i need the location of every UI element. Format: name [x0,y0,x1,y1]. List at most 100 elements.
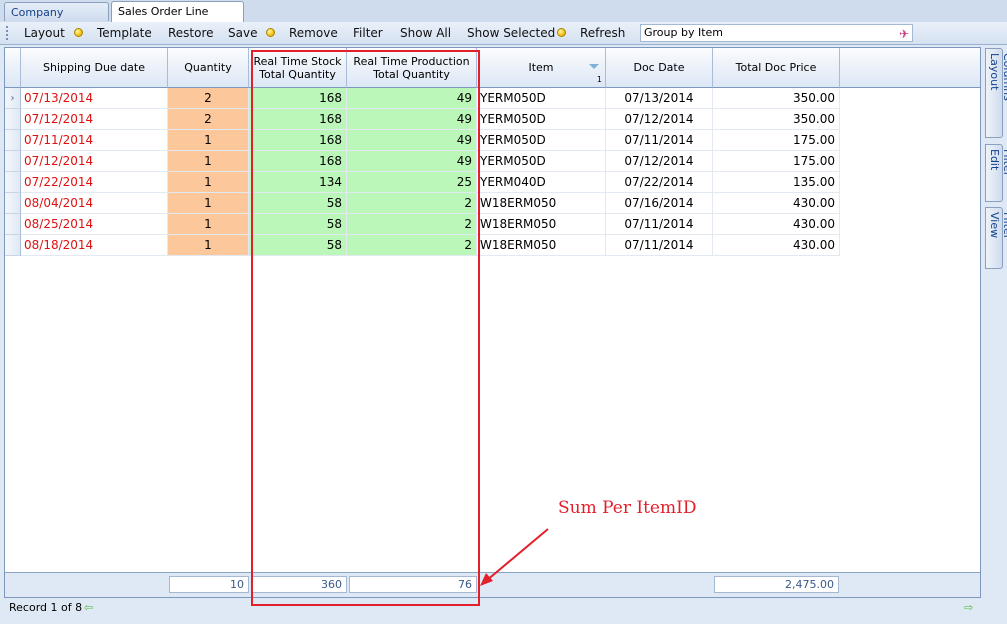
cell-total-doc-price[interactable]: 175.00 [713,130,840,151]
cell-quantity[interactable]: 2 [168,88,249,109]
row-indicator[interactable] [5,235,21,256]
restore-button[interactable]: Restore [168,22,214,44]
remove-button[interactable]: Remove [289,22,338,44]
table-row[interactable]: 07/12/2014 2 168 49 YERM050D 07/12/2014 350.00 [5,109,980,130]
cell-total-doc-price[interactable]: 135.00 [713,172,840,193]
cell-item[interactable]: YERM040D [477,172,606,193]
cell-quantity[interactable]: 1 [168,151,249,172]
header-shipping-due-date[interactable]: Shipping Due date [21,48,168,88]
row-indicator[interactable] [5,172,21,193]
table-row[interactable]: 08/25/2014 1 58 2 W18ERM050 07/11/2014 430.00 [5,214,980,235]
navigate-right-icon[interactable]: ⇨ [964,599,973,617]
refresh-button[interactable]: Refresh [580,22,625,44]
cell-item[interactable]: W18ERM050 [477,235,606,256]
cell-doc-date[interactable]: 07/12/2014 [606,109,713,130]
sort-descending-icon [589,64,599,69]
sort-index: 1 [596,75,602,84]
cell-doc-date[interactable]: 07/13/2014 [606,88,713,109]
row-indicator[interactable] [5,214,21,235]
pin-icon[interactable]: ✈ [899,26,909,42]
cell-item[interactable]: W18ERM050 [477,214,606,235]
status-bar: Record 1 of 8 ⇦ ⇨ [4,599,981,619]
side-tab-label: Columns Layout [988,53,1007,101]
document-tab-strip: Company View✕ Sales Order Line List✕ [0,0,1007,38]
template-icon[interactable] [74,28,83,37]
header-item[interactable]: Item 1 [477,48,606,88]
cell-doc-date[interactable]: 07/11/2014 [606,130,713,151]
show-selected-button[interactable]: Show Selected [467,22,555,44]
row-indicator[interactable] [5,109,21,130]
table-row[interactable]: 08/04/2014 1 58 2 W18ERM050 07/16/2014 430.00 [5,193,980,214]
side-tab-label: Filter View [988,212,1007,240]
table-row[interactable]: 07/22/2014 1 134 25 YERM040D 07/22/2014 135.00 [5,172,980,193]
cell-shipping-due-date[interactable]: 07/12/2014 [21,109,168,130]
table-row[interactable]: › 07/13/2014 2 168 49 YERM050D 07/13/2014 350.0… [5,88,980,109]
cell-quantity[interactable]: 2 [168,109,249,130]
cell-total-doc-price[interactable]: 350.00 [713,88,840,109]
header-doc-date[interactable]: Doc Date [606,48,713,88]
cell-doc-date[interactable]: 07/12/2014 [606,151,713,172]
show-all-button[interactable]: Show All [400,22,451,44]
filter-button[interactable]: Filter [353,22,383,44]
cell-item[interactable]: YERM050D [477,151,606,172]
side-tab-filter-view[interactable]: Filter View [985,207,1007,269]
cell-total-doc-price[interactable]: 430.00 [713,235,840,256]
cell-shipping-due-date[interactable]: 07/11/2014 [21,130,168,151]
header-total-doc-price[interactable]: Total Doc Price [713,48,840,88]
cell-quantity[interactable]: 1 [168,235,249,256]
navigate-left-icon[interactable]: ⇦ [84,599,93,617]
header-filler [840,48,980,88]
toolbar: Layout Template Restore Save Remove Filt… [0,22,1007,45]
cell-shipping-due-date[interactable]: 07/12/2014 [21,151,168,172]
annotation-arrow [480,528,549,586]
cell-total-doc-price[interactable]: 350.00 [713,109,840,130]
side-tab-columns-layout[interactable]: Columns Layout [985,48,1007,138]
cell-quantity[interactable]: 1 [168,214,249,235]
cell-shipping-due-date[interactable]: 07/13/2014 [21,88,168,109]
cell-shipping-due-date[interactable]: 07/22/2014 [21,172,168,193]
header-label: Doc Date [633,61,685,74]
cell-quantity[interactable]: 1 [168,172,249,193]
record-counter: Record 1 of 8 [9,601,83,614]
toolbar-grip-icon[interactable] [6,26,10,40]
total-quantity: 10 [169,576,249,593]
cell-total-doc-price[interactable]: 430.00 [713,193,840,214]
group-by-dropdown[interactable]: Group by Item ✈ [640,24,913,42]
header-label: Total Doc Price [735,61,817,74]
cell-doc-date[interactable]: 07/16/2014 [606,193,713,214]
row-indicator[interactable] [5,130,21,151]
layout-button[interactable]: Layout [24,22,65,44]
table-row[interactable]: 07/11/2014 1 168 49 YERM050D 07/11/2014 175.00 [5,130,980,151]
cell-item[interactable]: YERM050D [477,88,606,109]
cell-total-doc-price[interactable]: 175.00 [713,151,840,172]
side-tab-filter-edit[interactable]: Filter Edit [985,144,1007,202]
table-row[interactable]: 07/12/2014 1 168 49 YERM050D 07/12/2014 175.00 [5,151,980,172]
cell-doc-date[interactable]: 07/22/2014 [606,172,713,193]
highlight-box [251,50,480,606]
tab-company-view[interactable]: Company View✕ [4,2,109,38]
current-row-indicator-icon[interactable]: › [5,88,21,109]
cell-item[interactable]: W18ERM050 [477,193,606,214]
cell-item[interactable]: YERM050D [477,109,606,130]
cell-shipping-due-date[interactable]: 08/04/2014 [21,193,168,214]
header-quantity[interactable]: Quantity [168,48,249,88]
tab-sales-order-line-list[interactable]: Sales Order Line List✕ [111,1,244,37]
row-indicator[interactable] [5,151,21,172]
cell-quantity[interactable]: 1 [168,193,249,214]
header-label: Shipping Due date [43,61,145,74]
cell-doc-date[interactable]: 07/11/2014 [606,214,713,235]
refresh-icon[interactable] [557,28,566,37]
cell-item[interactable]: YERM050D [477,130,606,151]
table-row[interactable]: 08/18/2014 1 58 2 W18ERM050 07/11/2014 430.00 [5,235,980,256]
header-label: Item [528,61,554,74]
side-tab-label: Filter Edit [988,149,1007,177]
remove-icon[interactable] [266,28,275,37]
row-indicator[interactable] [5,193,21,214]
template-button[interactable]: Template [97,22,152,44]
cell-quantity[interactable]: 1 [168,130,249,151]
cell-total-doc-price[interactable]: 430.00 [713,214,840,235]
save-button[interactable]: Save [228,22,257,44]
cell-shipping-due-date[interactable]: 08/25/2014 [21,214,168,235]
cell-doc-date[interactable]: 07/11/2014 [606,235,713,256]
cell-shipping-due-date[interactable]: 08/18/2014 [21,235,168,256]
